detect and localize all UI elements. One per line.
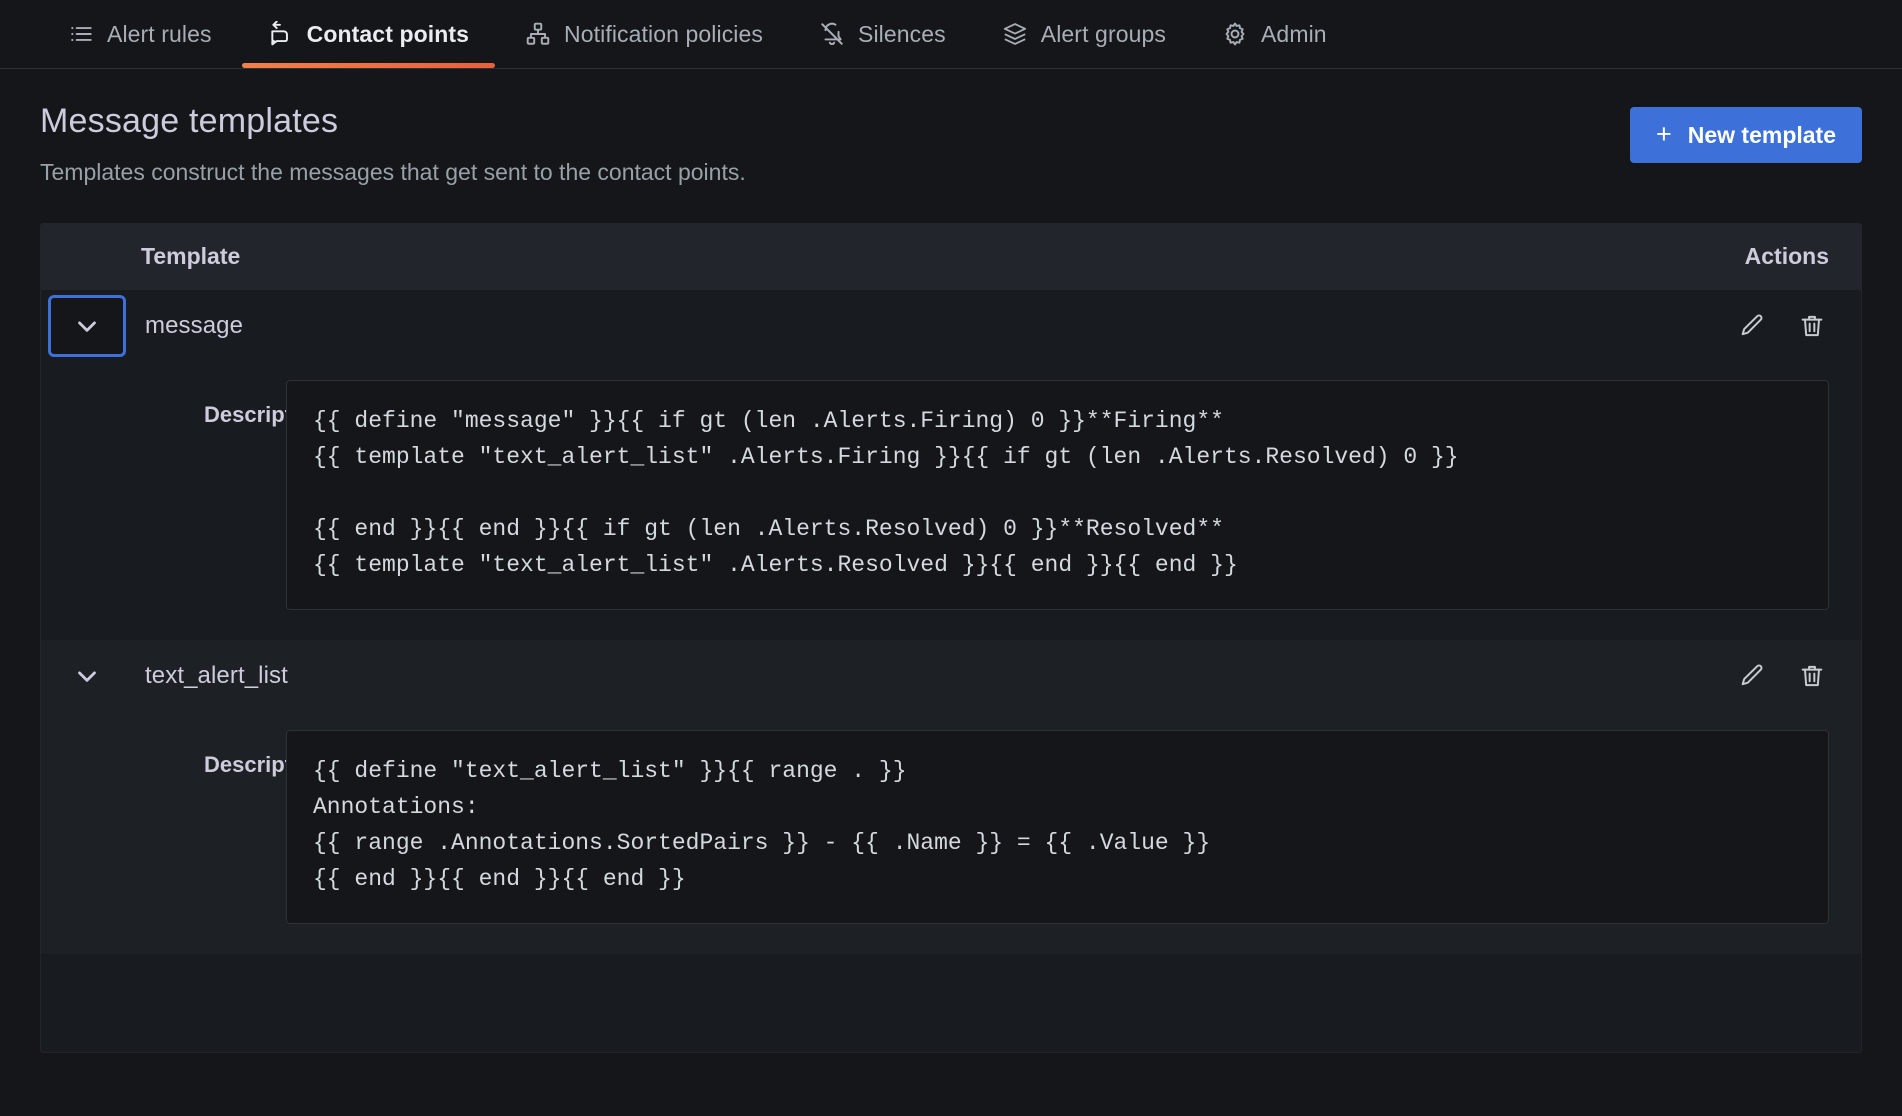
tab-label: Admin (1260, 20, 1327, 47)
tab-label: Alert rules (107, 20, 212, 47)
template-source: {{ define "text_alert_list" }}{{ range .… (313, 757, 1211, 892)
page-header: Message templates Templates construct th… (40, 69, 1862, 187)
sitemap-icon (525, 21, 551, 47)
template-detail-message: Description {{ define "message" }}{{ if … (41, 362, 1861, 640)
expand-toggle-text-alert-list[interactable] (51, 648, 123, 704)
template-name: text_alert_list (145, 661, 288, 689)
gear-icon (1222, 21, 1248, 47)
alerting-tab-bar: Alert rules Contact points Notification … (0, 0, 1902, 69)
pencil-icon (1738, 312, 1766, 340)
template-source: {{ define "message" }}{{ if gt (len .Ale… (313, 407, 1459, 578)
new-template-button[interactable]: + New template (1629, 107, 1862, 163)
tab-admin[interactable]: Admin (1194, 0, 1355, 68)
tab-notification-policies[interactable]: Notification policies (497, 0, 791, 68)
comment-alt-share-icon (268, 21, 294, 47)
description-codebox: {{ define "message" }}{{ if gt (len .Ale… (286, 379, 1829, 610)
trash-icon (1798, 662, 1826, 690)
expand-toggle-message[interactable] (48, 294, 126, 357)
row-actions (1737, 311, 1861, 341)
description-label: Description (204, 401, 326, 427)
column-header-template: Template (141, 242, 241, 269)
message-templates-page: Message templates Templates construct th… (0, 69, 1902, 1116)
page-title: Message templates (40, 102, 339, 140)
plus-icon: + (1655, 118, 1672, 149)
tab-label: Notification policies (564, 20, 764, 47)
chevron-down-icon (72, 661, 102, 691)
list-ul-icon (68, 21, 94, 47)
tab-silences[interactable]: Silences (791, 0, 974, 68)
page-header-text: Message templates Templates construct th… (40, 101, 746, 187)
table-row[interactable]: text_alert_list (41, 639, 1861, 712)
table-row[interactable]: message (41, 289, 1861, 362)
row-actions (1737, 661, 1861, 691)
pencil-icon (1738, 662, 1766, 690)
tab-label: Silences (858, 20, 946, 47)
page-subtitle: Templates construct the messages that ge… (40, 158, 746, 185)
edit-template-button[interactable] (1737, 311, 1767, 341)
template-detail-text-alert-list: Description {{ define "text_alert_list" … (41, 711, 1861, 954)
template-name: message (145, 311, 244, 339)
description-codebox: {{ define "text_alert_list" }}{{ range .… (286, 729, 1829, 924)
trash-icon (1798, 312, 1826, 340)
description-label: Description (204, 751, 326, 777)
new-template-label: New template (1687, 121, 1836, 148)
tab-label: Contact points (306, 20, 470, 47)
table-header-row: Template Actions (41, 223, 1861, 290)
layer-group-icon (1002, 21, 1028, 47)
templates-table: Template Actions message Description {{… (40, 222, 1862, 1053)
column-header-actions: Actions (1744, 242, 1829, 269)
bell-slash-icon (819, 21, 845, 47)
tab-contact-points[interactable]: Contact points (240, 0, 497, 68)
edit-template-button[interactable] (1737, 661, 1767, 691)
tab-alert-groups[interactable]: Alert groups (974, 0, 1194, 68)
delete-template-button[interactable] (1797, 661, 1827, 691)
delete-template-button[interactable] (1797, 311, 1827, 341)
tab-label: Alert groups (1040, 20, 1166, 47)
chevron-down-icon (72, 311, 102, 341)
tab-alert-rules[interactable]: Alert rules (40, 0, 240, 68)
